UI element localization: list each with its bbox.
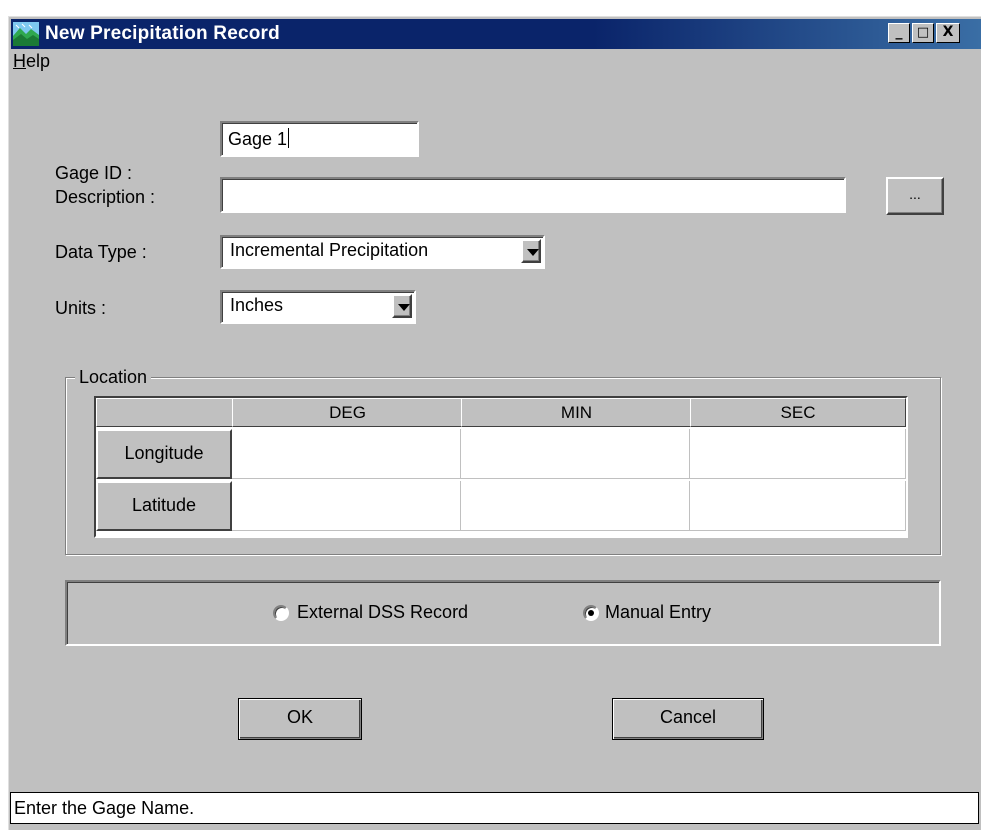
row-header-longitude[interactable]: Longitude — [96, 429, 232, 479]
text-caret — [288, 128, 290, 148]
column-header-sec[interactable]: SEC — [690, 398, 906, 427]
menu-bar: Help — [13, 51, 50, 72]
cancel-button[interactable]: Cancel — [612, 698, 764, 740]
maximize-button[interactable]: □ — [912, 23, 934, 43]
external-dss-label[interactable]: External DSS Record — [297, 602, 468, 623]
radio-selected-dot — [588, 610, 594, 616]
data-type-dropdown-button[interactable] — [521, 239, 541, 263]
manual-entry-label[interactable]: Manual Entry — [605, 602, 711, 623]
status-bar: Enter the Gage Name. — [10, 792, 979, 824]
chevron-down-icon — [527, 249, 539, 256]
units-dropdown[interactable]: Inches — [220, 290, 416, 324]
gage-id-field[interactable]: Gage 1 — [220, 121, 419, 157]
manual-entry-radio[interactable] — [583, 605, 599, 621]
close-button[interactable]: X — [936, 23, 960, 43]
gage-id-label: Gage ID : — [55, 163, 133, 183]
description-field[interactable] — [220, 177, 846, 213]
units-dropdown-button[interactable] — [392, 294, 412, 318]
column-header-min[interactable]: MIN — [461, 398, 692, 427]
external-dss-radio[interactable] — [273, 605, 289, 621]
menu-help[interactable]: Help — [13, 51, 50, 71]
app-icon — [13, 22, 39, 46]
location-grid: DEG MIN SEC Longitude Latitude — [94, 396, 908, 538]
description-browse-button[interactable]: ... — [886, 177, 944, 215]
latitude-sec-cell[interactable] — [690, 481, 906, 531]
ok-button[interactable]: OK — [238, 698, 362, 740]
longitude-deg-cell[interactable] — [232, 429, 461, 479]
chevron-down-icon — [398, 304, 410, 311]
location-group-title: Location — [75, 367, 152, 388]
data-type-dropdown[interactable]: Incremental Precipitation — [220, 235, 545, 269]
window-title: New Precipitation Record — [45, 23, 280, 44]
longitude-sec-cell[interactable] — [690, 429, 906, 479]
latitude-deg-cell[interactable] — [232, 481, 461, 531]
source-group: External DSS Record Manual Entry — [65, 580, 941, 646]
units-label: Units : — [55, 298, 107, 318]
grid-corner-header — [96, 398, 234, 427]
description-label: Description : — [55, 187, 156, 207]
latitude-min-cell[interactable] — [461, 481, 690, 531]
title-bar[interactable]: New Precipitation Record _ □ X — [11, 19, 981, 49]
longitude-min-cell[interactable] — [461, 429, 690, 479]
data-type-label: Data Type : — [55, 242, 147, 262]
column-header-deg[interactable]: DEG — [232, 398, 463, 427]
minimize-button[interactable]: _ — [888, 23, 910, 43]
row-header-latitude[interactable]: Latitude — [96, 481, 232, 531]
